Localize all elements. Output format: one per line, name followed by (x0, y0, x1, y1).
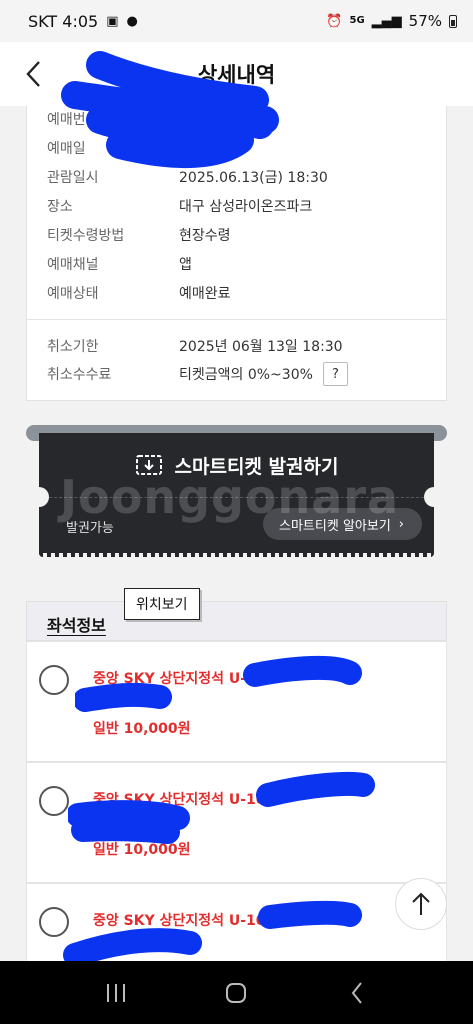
seat-radio[interactable] (39, 907, 69, 937)
network-badge: 5G (349, 15, 365, 26)
home-button[interactable] (216, 973, 256, 1013)
recent-apps-icon (107, 983, 126, 1002)
info-label: 예매번호 (47, 112, 99, 128)
ticket-notch (424, 487, 434, 507)
recent-apps-button[interactable] (96, 973, 136, 1013)
info-value: 앱 (179, 257, 192, 273)
seat-radio[interactable] (39, 786, 69, 816)
info-label: 취소수수료 (47, 367, 112, 383)
arrow-up-icon (412, 892, 430, 915)
seat-radio[interactable] (39, 665, 69, 695)
issue-label: 스마트티켓 발권하기 (174, 455, 339, 478)
info-row-event-datetime: 관람일시 2025.06.13(금) 18:30 (47, 167, 328, 187)
smart-ticket-info-button[interactable]: 스마트티켓 알아보기 › (263, 508, 422, 540)
seat-price: 일반 10,000원 (93, 721, 191, 737)
info-value: 예매완료 (179, 286, 231, 302)
info-value: 2025년 06월 13일 18:30 (179, 339, 343, 355)
info-row-channel: 예매채널 앱 (47, 254, 192, 274)
home-icon (226, 982, 247, 1003)
info-row-booking-number: 예매번호 (47, 109, 179, 129)
seat-name: 중앙 SKY 상단지정석 U-1 (93, 671, 256, 687)
app-header: 상세내역 (0, 42, 473, 106)
info-row-booking-date: 예매일 (47, 138, 179, 158)
seat-item[interactable]: 중앙 SKY 상단지정석 U-10 일반 10,000원 (26, 762, 447, 883)
battery-icon (449, 14, 457, 28)
seat-section-title: 좌석정보 (47, 616, 106, 635)
info-value: 2025.06.13(금) 18:30 (179, 170, 328, 186)
ticket-status: 발권가능 (66, 521, 114, 536)
page-title: 상세내역 (197, 63, 276, 87)
seat-section-header: 좌석정보 (26, 601, 447, 641)
ticket-download-icon (135, 453, 163, 477)
gallery-icon: ▣ (106, 13, 119, 29)
seat-item[interactable]: 중앙 SKY 상단지정석 U-1 일반 10,000원 (26, 641, 447, 762)
seat-price: 일반 10,000원 (93, 842, 191, 858)
info-label: 티켓수령방법 (47, 228, 125, 244)
info-row-status: 예매상태 예매완료 (47, 283, 231, 303)
status-bar: SKT 4:05 ▣ ● ⏰ 5G ▂▄▆ 57% (0, 0, 473, 42)
seat-name: 중앙 SKY 상단지정석 U-10 (93, 913, 266, 929)
view-location-button[interactable]: 위치보기 (124, 588, 200, 620)
info-label: 취소기한 (47, 339, 99, 355)
info-row-cancel-deadline: 취소기한 2025년 06월 13일 18:30 (47, 336, 343, 356)
info-label: 관람일시 (47, 170, 99, 186)
message-icon: ● (126, 13, 138, 29)
booking-info-card: 예매번호 예매일 관람일시 2025.06.13(금) 18:30 장소 대구 … (26, 106, 447, 401)
info-value: 현장수령 (179, 228, 231, 244)
nav-back-button[interactable] (337, 973, 377, 1013)
cancel-fee-help-button[interactable]: ? (322, 362, 348, 386)
info-row-cancel-fee: 취소수수료 티켓금액의 0%~30% ? (47, 362, 348, 386)
battery-level: 57% (408, 12, 442, 30)
ticket-edge (39, 553, 434, 557)
system-nav-bar (0, 961, 473, 1024)
back-button[interactable] (16, 56, 52, 92)
ticket-perforation (39, 497, 434, 498)
scroll-to-top-button[interactable] (395, 878, 447, 930)
seat-name: 중앙 SKY 상단지정석 U-10 (93, 792, 266, 808)
divider (27, 319, 446, 320)
chevron-right-icon: › (398, 516, 404, 532)
info-value: 티켓금액의 0%~30% (179, 367, 313, 383)
info-row-delivery: 티켓수령방법 현장수령 (47, 225, 231, 245)
alarm-icon: ⏰ (326, 13, 343, 29)
info-label: 예매일 (47, 141, 86, 157)
info-label: 예매채널 (47, 257, 99, 273)
issue-smart-ticket-button[interactable]: 스마트티켓 발권하기 (39, 433, 434, 497)
info-row-venue: 장소 대구 삼성라이온즈파크 (47, 196, 312, 216)
chevron-left-icon (26, 61, 40, 87)
info-value: 대구 삼성라이온즈파크 (179, 199, 313, 215)
signal-icon: ▂▄▆ (371, 13, 402, 29)
info-button-label: 스마트티켓 알아보기 (279, 518, 391, 534)
status-time: SKT 4:05 (28, 11, 99, 31)
info-label: 장소 (47, 199, 73, 215)
back-icon (351, 981, 362, 1004)
info-label: 예매상태 (47, 286, 99, 302)
smart-ticket-card: 스마트티켓 발권하기 발권가능 스마트티켓 알아보기 › (39, 433, 434, 557)
